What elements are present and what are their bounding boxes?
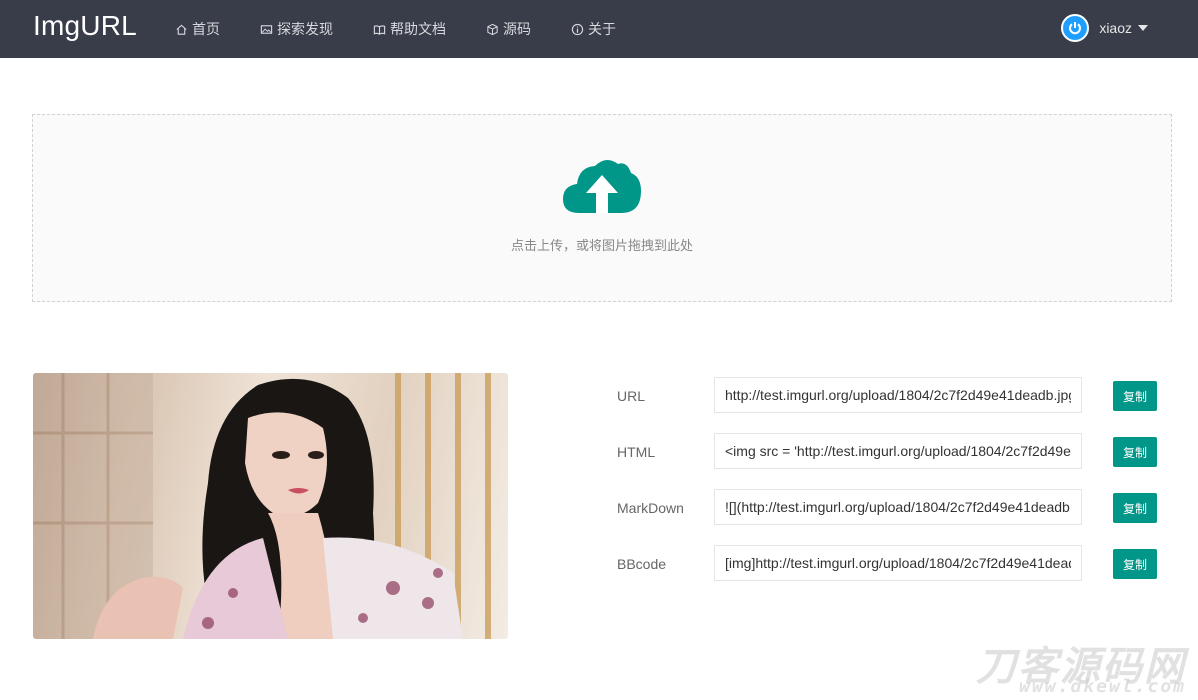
copy-markdown-button[interactable]: 复制 (1113, 493, 1157, 523)
html-field[interactable] (714, 433, 1082, 469)
link-row-html: HTML 复制 (617, 433, 1162, 471)
copy-url-button[interactable]: 复制 (1113, 381, 1157, 411)
user-name: xiaoz (1099, 20, 1132, 36)
row-label: HTML (617, 444, 656, 460)
nav-item-label: 首页 (192, 21, 220, 37)
brand-logo[interactable]: ImgURL (33, 10, 137, 42)
link-row-markdown: MarkDown 复制 (617, 489, 1162, 527)
nav-item-label: 探索发现 (277, 21, 333, 37)
nav-item-label: 帮助文档 (390, 21, 446, 37)
cube-icon (487, 23, 498, 35)
nav-item-label: 源码 (503, 21, 531, 37)
main-nav: 首页 探索发现 帮助文档 源码 关于 (175, 0, 656, 58)
user-menu[interactable]: xiaoz (1061, 12, 1148, 44)
info-icon (571, 23, 584, 35)
cloud-upload-icon (563, 159, 641, 213)
photo-illustration (33, 373, 491, 639)
row-label: MarkDown (617, 500, 684, 516)
image-icon (260, 24, 273, 34)
uploaded-image-preview (33, 373, 508, 639)
link-row-url: URL 复制 (617, 377, 1162, 415)
nav-item-docs[interactable]: 帮助文档 (373, 0, 446, 58)
url-field[interactable] (714, 377, 1082, 413)
home-icon (176, 24, 187, 35)
nav-item-home[interactable]: 首页 (175, 0, 220, 58)
avatar[interactable] (1061, 14, 1090, 42)
copy-bbcode-button[interactable]: 复制 (1113, 549, 1157, 579)
top-navbar: ImgURL 首页 探索发现 帮助文档 源码 关于 xiaoz (0, 0, 1198, 58)
row-label: URL (617, 388, 646, 404)
upload-hint: 点击上传，或将图片拖拽到此处 (510, 238, 693, 253)
row-label: BBcode (617, 556, 667, 572)
nav-item-about[interactable]: 关于 (571, 0, 616, 58)
copy-html-button[interactable]: 复制 (1113, 437, 1157, 467)
nav-item-explore[interactable]: 探索发现 (260, 0, 333, 58)
chevron-down-icon (1138, 25, 1148, 31)
upload-dropzone[interactable]: 点击上传，或将图片拖拽到此处 (32, 114, 1172, 302)
book-icon (373, 24, 386, 35)
markdown-field[interactable] (714, 489, 1082, 525)
power-icon (1069, 22, 1082, 35)
bbcode-field[interactable] (714, 545, 1082, 581)
watermark-url: www.dkewl.com (1019, 676, 1186, 697)
nav-item-source[interactable]: 源码 (486, 0, 531, 58)
nav-item-label: 关于 (588, 21, 616, 37)
link-row-bbcode: BBcode 复制 (617, 545, 1162, 583)
